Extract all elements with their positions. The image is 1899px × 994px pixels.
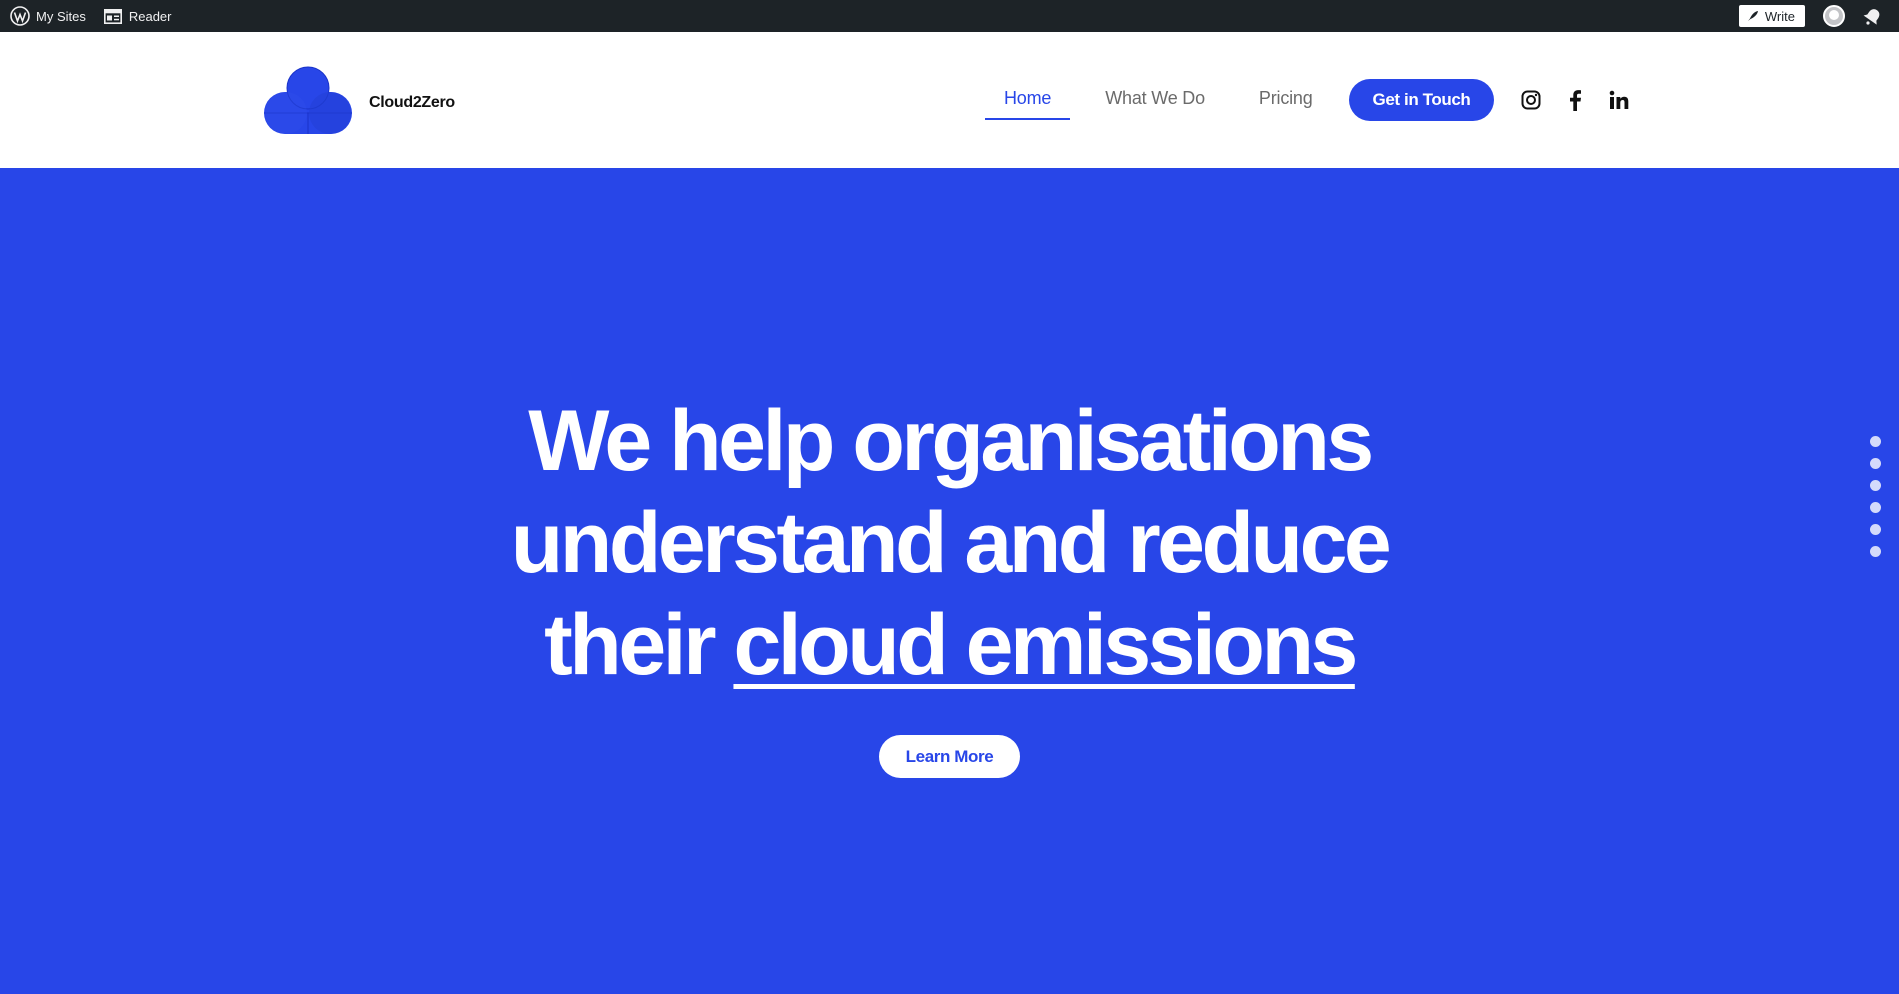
section-nav-dots — [1870, 436, 1881, 568]
hero-section: We help organisations understand and red… — [0, 168, 1899, 994]
nav-pricing[interactable]: Pricing — [1240, 78, 1332, 122]
nav-home[interactable]: Home — [985, 78, 1071, 122]
pen-icon — [1747, 10, 1765, 22]
headline-emphasis: cloud emissions — [733, 597, 1358, 693]
site-logo[interactable]: Cloud2Zero — [263, 66, 455, 136]
section-dot[interactable] — [1870, 502, 1881, 513]
wp-admin-bar: My Sites Reader Write — [0, 0, 1899, 32]
my-sites-label: My Sites — [36, 8, 86, 24]
headline-line-3-plain: their — [544, 597, 716, 693]
wordpress-logo-icon[interactable] — [0, 0, 36, 32]
write-button[interactable]: Write — [1738, 5, 1805, 27]
site-header: Cloud2Zero Home What We Do Pricing Get i… — [0, 32, 1899, 168]
write-label: Write — [1764, 8, 1795, 24]
instagram-icon[interactable] — [1520, 89, 1542, 111]
nav-what-we-do[interactable]: What We Do — [1086, 78, 1224, 122]
logo-text: Cloud2Zero — [369, 94, 455, 111]
hero-headline: We help organisations understand and red… — [0, 390, 1899, 696]
facebook-icon[interactable] — [1564, 89, 1586, 111]
reader-label: Reader — [128, 8, 172, 24]
my-sites-link[interactable]: My Sites — [36, 0, 86, 32]
section-dot[interactable] — [1870, 436, 1881, 447]
headline-line-3: their cloud emissions — [0, 594, 1899, 696]
bell-icon[interactable] — [1863, 7, 1883, 25]
section-dot[interactable] — [1870, 458, 1881, 469]
reader-icon — [103, 8, 122, 24]
learn-more-button[interactable]: Learn More — [879, 735, 1020, 778]
social-links — [1520, 89, 1630, 111]
cloud-logo-icon — [263, 66, 353, 136]
section-dot[interactable] — [1870, 480, 1881, 491]
main-nav: Home What We Do Pricing Get in Touch — [985, 78, 1630, 122]
headline-line-2: understand and reduce — [510, 495, 1392, 591]
section-dot[interactable] — [1870, 546, 1881, 557]
user-avatar[interactable] — [1823, 5, 1845, 27]
get-in-touch-button[interactable]: Get in Touch — [1348, 79, 1495, 121]
headline-line-1: We help organisations — [528, 393, 1374, 489]
linkedin-icon[interactable] — [1608, 89, 1630, 111]
section-dot[interactable] — [1870, 524, 1881, 535]
reader-link[interactable]: Reader — [103, 0, 172, 32]
